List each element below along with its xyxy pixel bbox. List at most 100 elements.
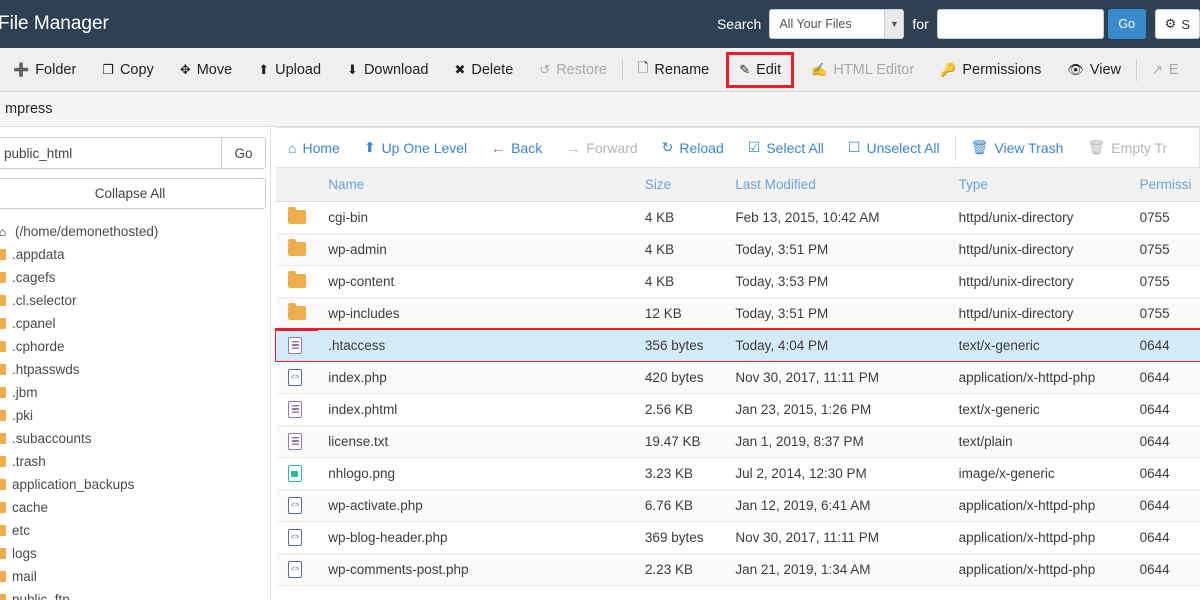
file-modified-cell: Today, 3:51 PM [725,233,949,266]
settings-button[interactable]: ⚙ S [1154,9,1200,39]
tree-item[interactable]: .appdata [0,243,270,266]
tree-item[interactable]: mail [0,565,270,588]
search-scope-select[interactable]: All Your Files ▼ [769,9,905,39]
tree-item[interactable]: .cagefs [0,266,270,289]
column-header-permissions[interactable]: Permissi [1129,168,1200,202]
toolbar-button-label: Folder [35,61,77,78]
tree-item[interactable]: .htpasswds [0,358,270,381]
tree-item-label: (/home/demonethosted) [15,224,159,239]
tree-item[interactable]: .cpanel [0,312,270,335]
file-permissions-cell: 0644 [1129,457,1200,490]
table-row[interactable]: nhlogo.png 3.23 KB Jul 2, 2014, 12:30 PM im… [276,457,1200,490]
nav-button-view-trash[interactable]: 🗑 View Trash [959,128,1076,167]
nav-button-up-one-level[interactable]: ⬆ Up One Level [352,128,479,167]
app-header: File Manager Search All Your Files ▼ for… [0,0,1200,48]
tree-item[interactable]: public_ftp [0,588,270,600]
file-navigation-bar: ⌂ Home ⬆ Up One Level ← Back → Forward ↻ Reload ☑ S… [276,127,1200,168]
file-icon-cell [276,327,319,362]
table-row[interactable]: cgi-bin 4 KB Feb 13, 2015, 10:42 AM httpd/u… [276,201,1200,234]
table-row[interactable]: wp-admin 4 KB Today, 3:51 PM httpd/unix-dir… [276,233,1200,266]
table-row[interactable]: <> wp-activate.php 6.76 KB Jan 12, 2019, 6:… [276,489,1200,522]
file-list-table: Name Size Last Modified Type Permissi cg… [275,168,1200,586]
file-size-cell: 369 bytes [634,521,726,554]
nav-button-select-all[interactable]: ☑ Select All [736,128,836,167]
table-row[interactable]: index.phtml 2.56 KB Jan 23, 2015, 1:26 PM t… [276,393,1200,426]
toolbar-button-rename[interactable]: 🗋 Rename [625,48,722,91]
tree-item[interactable]: cache [0,496,270,519]
file-name-cell: license.txt [318,425,635,458]
toolbar-button-download[interactable]: ⬇ Download [334,48,441,91]
search-area: Search All Your Files ▼ for Go ⚙ S [717,0,1200,48]
toolbar-button-permissions[interactable]: 🔑 Permissions [927,48,1054,91]
file-name-cell: wp-activate.php [318,489,635,522]
tree-item[interactable]: etc [0,519,270,542]
tree-item[interactable]: .cl.selector [0,289,270,312]
tree-item[interactable]: application_backups [0,473,270,496]
toolbar-button-delete[interactable]: ✖ Delete [441,48,526,91]
nav-button-forward: → Forward [554,128,649,167]
nav-button-unselect-all[interactable]: ☐ Unselect All [836,128,952,167]
move-icon: ✥ [179,61,191,77]
toolbar-button-label: E [1168,61,1179,78]
toolbar-button-folder[interactable]: ➕ Folder [0,48,89,91]
toolbar-button-edit[interactable]: ✎ Edit [726,51,795,88]
chevron-down-icon[interactable]: ▼ [884,10,904,38]
close-x-icon: ✖ [454,61,466,77]
path-go-button[interactable]: Go [222,137,266,169]
toolbar-separator [621,58,623,81]
table-row[interactable]: wp-content 4 KB Today, 3:53 PM httpd/unix-d… [276,265,1200,298]
toolbar-button-move[interactable]: ✥ Move [167,48,245,91]
tree-item[interactable]: logs [0,542,270,565]
tree-item-label: .cpanel [12,316,56,331]
php-icon: <> [288,528,302,546]
file-permissions-cell: 0644 [1129,393,1200,426]
tree-item[interactable]: .subaccounts [0,427,270,450]
toolbar-button-view[interactable]: 👁 View [1054,48,1134,91]
file-type-cell: text/x-generic [948,329,1130,362]
table-row[interactable]: <> wp-comments-post.php 2.23 KB Jan 21, 201… [276,553,1200,586]
table-row[interactable]: <> index.php 420 bytes Nov 30, 2017, 11:11 … [276,361,1200,394]
search-go-button[interactable]: Go [1107,9,1146,39]
settings-label: S [1181,16,1190,32]
nav-button-home[interactable]: ⌂ Home [276,128,352,167]
doc-icon [288,432,302,450]
table-row[interactable]: .htaccess 356 bytes Today, 4:04 PM text/x-g… [275,327,1200,362]
main-panel: ⌂ Home ⬆ Up One Level ← Back → Forward ↻ Reload ☑ S… [271,127,1200,600]
key-icon: 🔑 [940,61,957,77]
upload-icon: ⬆ [258,61,270,77]
toolbar-button-copy[interactable]: ❐ Copy [89,48,167,91]
nav-button-reload[interactable]: ↻ Reload [650,128,736,167]
column-header-size[interactable]: Size [634,168,726,202]
file-icon: 🗋 [637,59,649,75]
file-modified-cell: Jul 2, 2014, 12:30 PM [725,457,949,490]
tree-item-label: mail [12,569,37,584]
folder-icon [0,341,6,352]
tree-item[interactable]: .cphorde [0,335,270,358]
tree-item[interactable]: .trash [0,450,270,473]
path-input[interactable]: public_html [0,137,222,169]
file-type-cell: application/x-httpd-php [948,489,1130,522]
file-name-cell: wp-admin [318,233,635,266]
tree-item[interactable]: .jbm [0,381,270,404]
arrow-left-icon: ← [491,139,506,156]
table-row[interactable]: license.txt 19.47 KB Jan 1, 2019, 8:37 PM t… [276,425,1200,458]
collapse-all-button[interactable]: Collapse All [0,178,266,209]
column-header-last-modified[interactable]: Last Modified [725,168,949,202]
tree-item[interactable]: .pki [0,404,270,427]
folder-icon [288,302,306,320]
file-name-cell: wp-comments-post.php [318,553,635,586]
table-row[interactable]: <> wp-blog-header.php 369 bytes Nov 30, 201… [276,521,1200,554]
toolbar-button-compress[interactable]: mpress [0,92,66,126]
extract-icon: ↗ [1152,61,1163,77]
nav-button-empty-tr: 🗑 Empty Tr [1075,128,1179,167]
table-row[interactable]: wp-includes 12 KB Today, 3:51 PM httpd/unix… [276,297,1200,330]
column-header-type[interactable]: Type [948,168,1130,202]
column-header-name[interactable]: Name [318,168,635,202]
search-input[interactable] [936,9,1104,39]
tree-item-label: .trash [12,454,46,469]
nav-button-label: Forward [586,139,638,156]
tree-item-home[interactable]: ⌂ (/home/demonethosted) [0,220,270,243]
nav-button-back[interactable]: ← Back [479,128,554,167]
file-modified-cell: Jan 23, 2015, 1:26 PM [725,393,949,426]
toolbar-button-upload[interactable]: ⬆ Upload [245,48,334,91]
